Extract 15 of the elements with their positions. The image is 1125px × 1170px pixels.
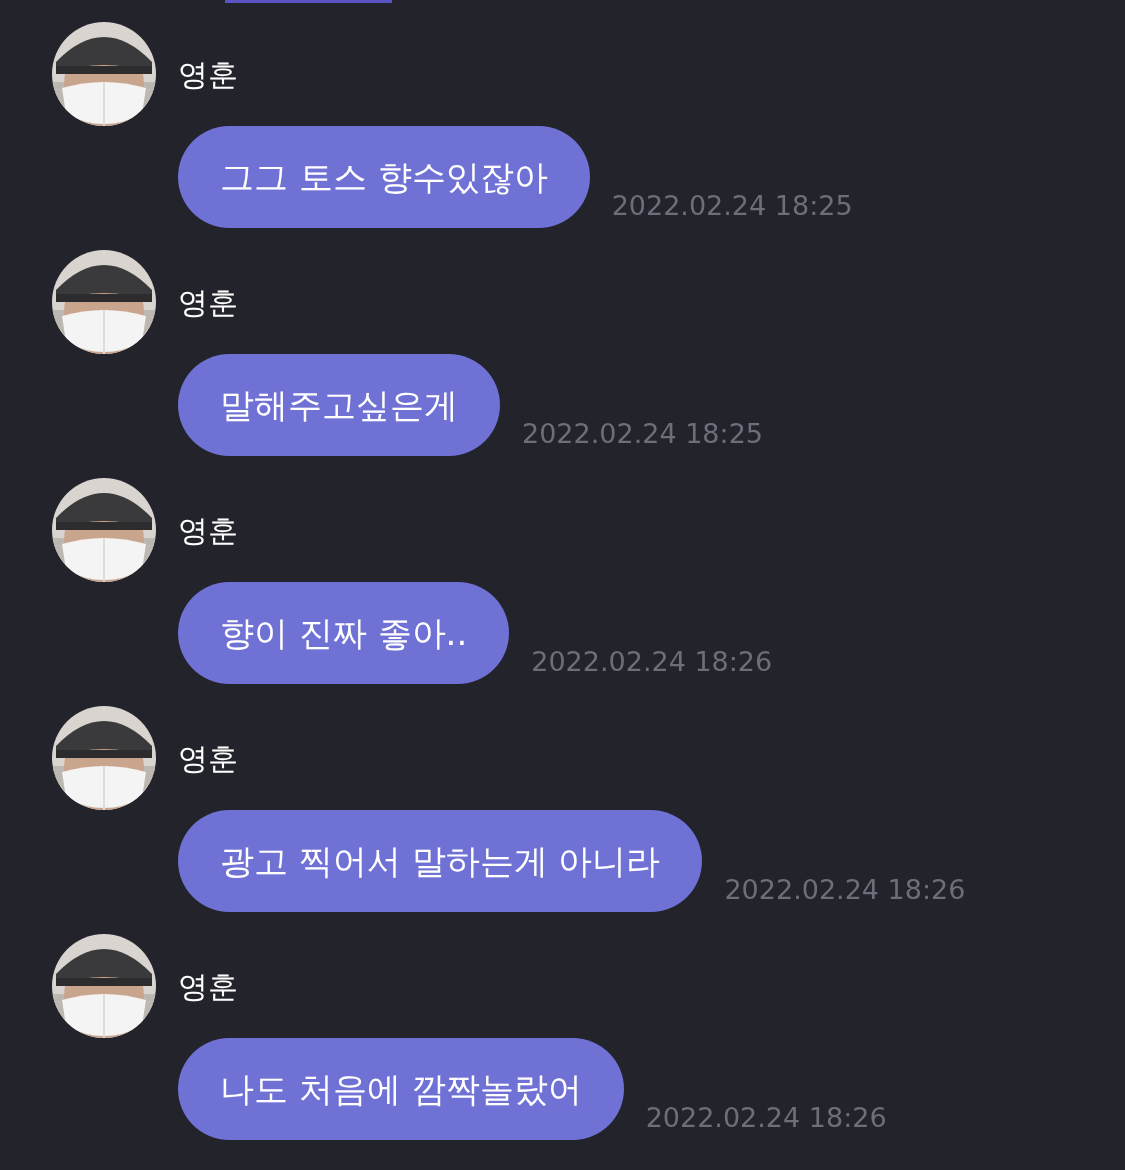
- message-bubble: 향이 진짜 좋아..: [178, 582, 510, 684]
- sender-name: 영훈: [178, 283, 238, 322]
- sender-name: 영훈: [178, 55, 238, 94]
- message-bubble: 나도 처음에 깜짝놀랐어: [178, 1038, 624, 1140]
- message-bubble: 그그 토스 향수있잖아: [178, 126, 590, 228]
- sender-name: 영훈: [178, 511, 238, 550]
- sender-name: 영훈: [178, 739, 238, 778]
- sender-name: 영훈: [178, 967, 238, 1006]
- timestamp: 2022.02.24 18:26: [724, 872, 966, 907]
- timestamp: 2022.02.24 18:26: [531, 644, 773, 679]
- message-bubble: 말해주고싶은게: [178, 354, 500, 456]
- message-bubble: 광고 찍어서 말하는게 아니라: [178, 810, 703, 912]
- timestamp: 2022.02.24 18:26: [645, 1100, 887, 1135]
- timestamp: 2022.02.24 18:25: [611, 188, 853, 223]
- timestamp: 2022.02.24 18:25: [522, 416, 763, 451]
